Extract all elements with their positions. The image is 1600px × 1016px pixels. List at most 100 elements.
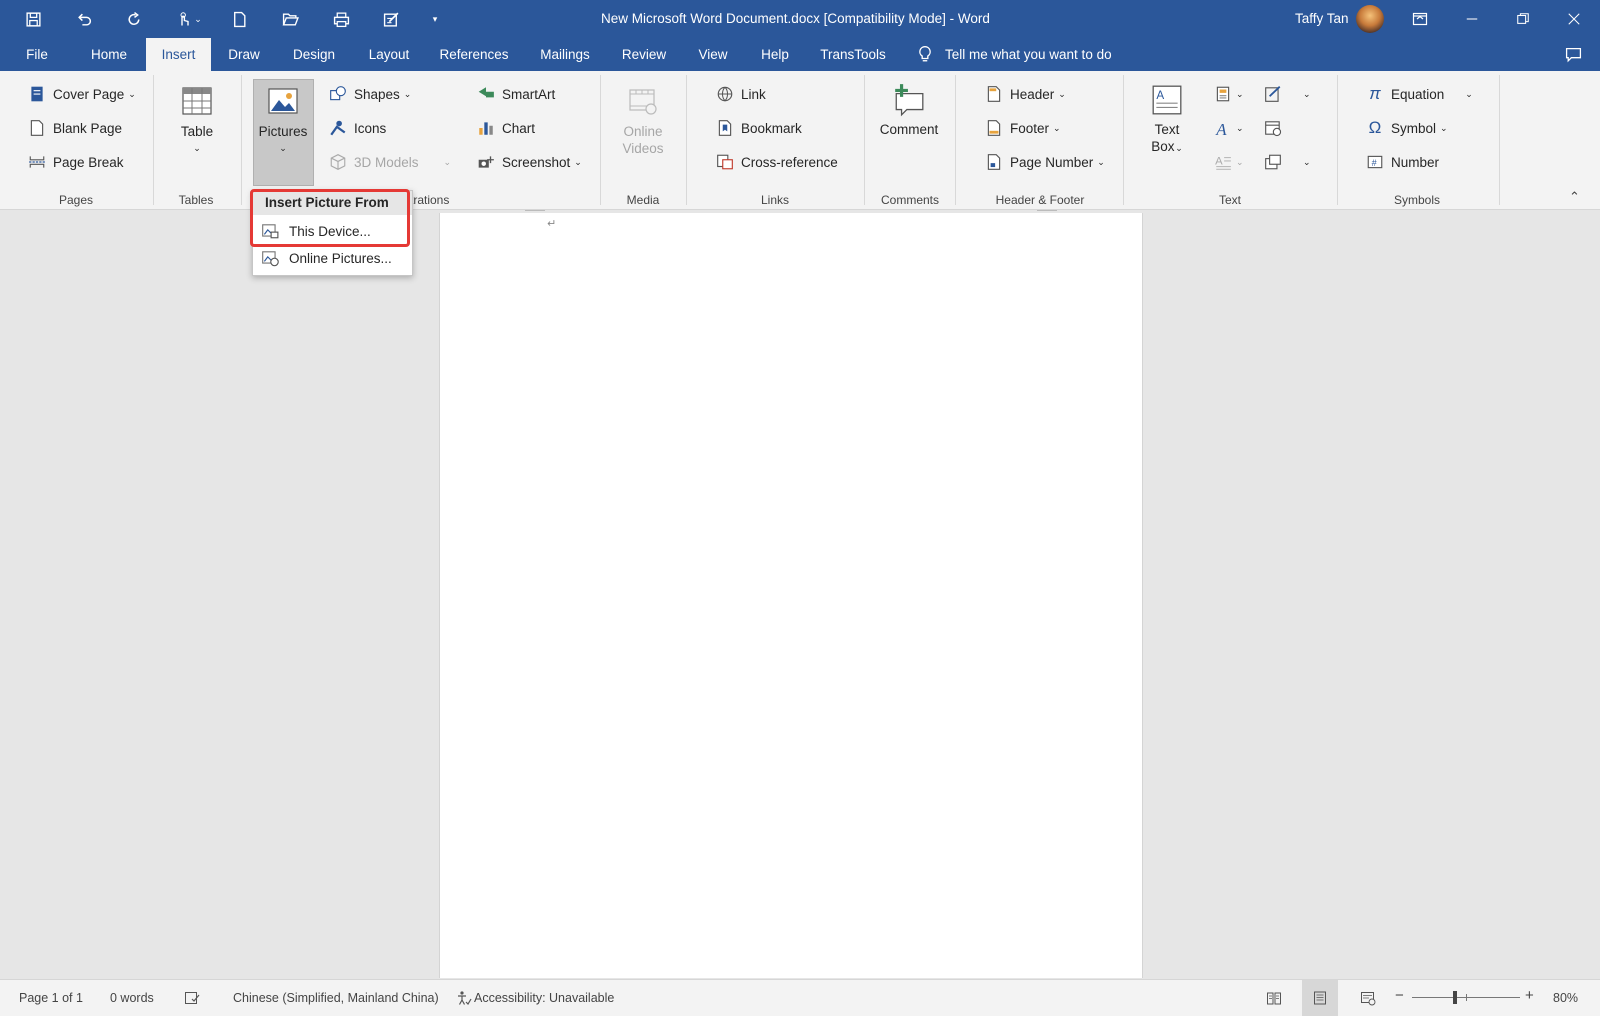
pictures-icon <box>268 88 298 114</box>
symbol-button[interactable]: Ω Symbol ⌄ <box>1366 116 1448 140</box>
cover-page-button[interactable]: Cover Page ⌄ <box>28 82 136 106</box>
tab-mailings[interactable]: Mailings <box>534 38 596 71</box>
number-label: Number <box>1391 154 1440 170</box>
shapes-button[interactable]: Shapes ⌄ <box>329 82 411 106</box>
read-mode-icon[interactable] <box>1266 990 1282 1009</box>
group-label-comments: Comments <box>880 193 939 207</box>
group-separator <box>686 75 687 205</box>
tab-references[interactable]: References <box>437 38 511 71</box>
new-comment-icon <box>895 84 924 117</box>
comments-pane-icon[interactable] <box>1565 46 1583 64</box>
tab-design[interactable]: Design <box>287 38 341 71</box>
zoom-level[interactable]: 80% <box>1553 991 1578 1005</box>
quick-parts-button[interactable]: ⌄ <box>1214 82 1244 106</box>
web-layout-icon[interactable] <box>1360 990 1376 1009</box>
footer-button[interactable]: Footer ⌄ <box>985 116 1061 140</box>
3d-models-button[interactable]: 3D Models ⌄ <box>329 150 451 174</box>
tab-layout[interactable]: Layout <box>362 38 416 71</box>
tab-view[interactable]: View <box>692 38 734 71</box>
ribbon-display-options-icon[interactable] <box>1397 0 1443 38</box>
online-videos-button[interactable]: Online Videos <box>618 85 668 157</box>
group-separator <box>864 75 865 205</box>
edit-document-icon[interactable] <box>381 9 401 29</box>
save-icon[interactable] <box>23 9 43 29</box>
blank-page-button[interactable]: Blank Page <box>28 116 122 140</box>
tab-home[interactable]: Home <box>82 38 136 71</box>
text-box-icon: A <box>1152 85 1182 115</box>
customize-qat-icon[interactable]: ▾ <box>425 9 445 29</box>
touch-mode-icon[interactable]: ⌄ <box>172 9 206 29</box>
group-label-media: Media <box>626 193 660 207</box>
group-separator <box>955 75 956 205</box>
bookmark-button[interactable]: Bookmark <box>716 116 802 140</box>
print-preview-icon[interactable] <box>331 9 351 29</box>
chart-icon <box>477 119 495 137</box>
word-count[interactable]: 0 words <box>110 991 154 1005</box>
text-box-label-line2: Box ⌄ <box>1151 138 1183 157</box>
smartart-button[interactable]: SmartArt <box>477 82 555 106</box>
pictures-button[interactable]: Pictures ⌄ <box>254 85 312 157</box>
lightbulb-icon <box>916 45 936 65</box>
ribbon: Cover Page ⌄ Blank Page Page Break Pages … <box>0 71 1600 210</box>
wordart-button[interactable]: A ⌄ <box>1214 116 1243 140</box>
cross-reference-button[interactable]: Cross-reference <box>716 150 838 174</box>
restore-icon[interactable] <box>1500 0 1546 38</box>
tab-help[interactable]: Help <box>755 38 795 71</box>
screenshot-icon <box>477 153 495 171</box>
shapes-label: Shapes <box>354 86 400 102</box>
open-folder-icon[interactable] <box>280 9 300 29</box>
chevron-down-icon: ⌄ <box>1236 88 1244 99</box>
header-button[interactable]: Header ⌄ <box>985 82 1066 106</box>
chevron-down-icon: ⌄ <box>279 143 287 153</box>
page-count[interactable]: Page 1 of 1 <box>19 991 83 1005</box>
number-button[interactable]: # Number <box>1366 150 1439 174</box>
zoom-slider-thumb[interactable] <box>1453 991 1457 1004</box>
page-number-button[interactable]: Page Number ⌄ <box>985 150 1105 174</box>
zoom-in-icon[interactable]: + <box>1525 987 1534 1004</box>
svg-text:A: A <box>1215 155 1223 167</box>
svg-text:#: # <box>1372 158 1377 168</box>
tab-draw[interactable]: Draw <box>222 38 266 71</box>
undo-icon[interactable] <box>74 9 94 29</box>
close-icon[interactable] <box>1551 0 1597 38</box>
screenshot-button[interactable]: Screenshot ⌄ <box>477 150 582 174</box>
collapse-ribbon-icon[interactable]: ⌃ <box>1569 189 1580 205</box>
chevron-down-icon: ⌄ <box>1058 88 1066 99</box>
drop-cap-button[interactable]: A ⌄ <box>1214 150 1244 174</box>
chevron-down-icon: ⌄ <box>1440 122 1448 133</box>
document-page[interactable]: ↵ <box>439 210 1143 978</box>
chevron-down-icon: ⌄ <box>1236 156 1244 167</box>
tab-review[interactable]: Review <box>618 38 670 71</box>
blank-page-label: Blank Page <box>53 120 123 136</box>
equation-button[interactable]: π Equation ⌄ <box>1366 82 1473 106</box>
bookmark-icon <box>716 119 734 137</box>
minimize-icon[interactable] <box>1449 0 1495 38</box>
print-layout-active[interactable] <box>1302 980 1338 1016</box>
tab-file[interactable]: File <box>17 38 57 71</box>
redo-icon[interactable] <box>124 9 144 29</box>
new-document-icon[interactable] <box>229 9 249 29</box>
avatar[interactable] <box>1356 5 1384 33</box>
tell-me-search[interactable]: Tell me what you want to do <box>945 38 1125 71</box>
object-button[interactable]: ⌄ <box>1264 150 1311 174</box>
text-box-button[interactable]: A Text Box ⌄ <box>1147 83 1187 157</box>
object-icon <box>1264 153 1282 171</box>
link-button[interactable]: Link <box>716 82 766 106</box>
zoom-out-icon[interactable]: − <box>1395 987 1404 1004</box>
online-pictures-menu-item[interactable]: Online Pictures... <box>253 245 412 271</box>
new-comment-button[interactable]: Comment <box>876 83 942 138</box>
date-time-button[interactable] <box>1264 116 1282 140</box>
table-button[interactable]: Table ⌄ <box>175 85 219 157</box>
chevron-down-icon: ⌄ <box>1097 156 1105 167</box>
language-status[interactable]: Chinese (Simplified, Mainland China) <box>233 991 439 1005</box>
signature-line-button[interactable]: ⌄ <box>1264 82 1311 106</box>
proofing-icon[interactable] <box>184 990 200 1009</box>
chart-button[interactable]: Chart <box>477 116 535 140</box>
tab-transtools[interactable]: TransTools <box>817 38 889 71</box>
group-separator <box>1337 75 1338 205</box>
icons-button[interactable]: Icons <box>329 116 386 140</box>
tab-insert[interactable]: Insert <box>146 38 211 71</box>
user-name[interactable]: Taffy Tan <box>1295 11 1349 26</box>
accessibility-status[interactable]: Accessibility: Unavailable <box>474 991 614 1005</box>
page-break-button[interactable]: Page Break <box>28 150 124 174</box>
